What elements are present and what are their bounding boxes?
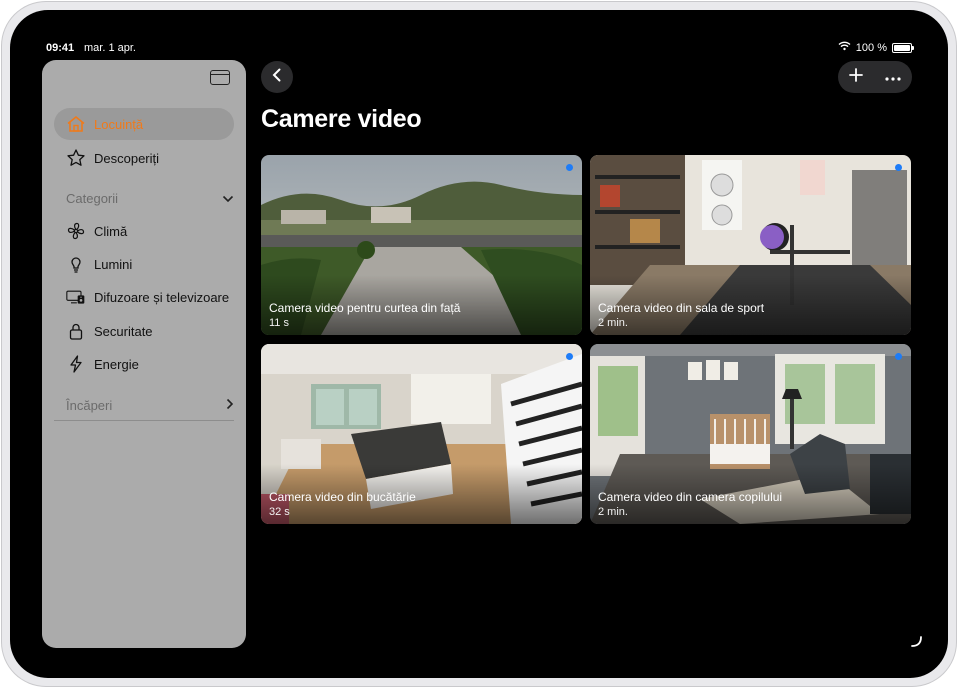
lock-icon <box>66 321 86 341</box>
back-button[interactable] <box>261 61 293 93</box>
categories-header[interactable]: Categorii <box>66 187 234 209</box>
sidebar-item-security[interactable]: Securitate <box>54 315 234 347</box>
battery-fill <box>894 44 910 51</box>
live-indicator <box>895 353 902 360</box>
plus-icon <box>849 67 863 82</box>
wifi-icon <box>838 41 851 54</box>
camera-time: 2 min. <box>598 506 628 518</box>
camera-name: Camera video din sala de sport <box>598 301 765 315</box>
sidebar-item-label: Difuzoare și televizoare <box>94 289 230 305</box>
sidebar-item-label: Energie <box>94 356 139 372</box>
toolbar-pill <box>838 61 912 93</box>
chevron-left-icon <box>272 68 282 87</box>
live-indicator <box>566 164 573 171</box>
chevron-down-icon <box>222 191 234 206</box>
categories-label: Categorii <box>66 190 119 206</box>
sidebar-item-lights[interactable]: Lumini <box>54 248 234 280</box>
battery-percent: 100 % <box>855 41 887 54</box>
battery-icon <box>892 42 914 53</box>
camera-tile-kitchen[interactable]: Camera video din bucătărie 32 s <box>261 344 582 524</box>
resize-corner-icon <box>910 634 922 652</box>
tv-speaker-icon <box>66 287 86 307</box>
chevron-right-icon <box>226 398 234 413</box>
camera-name: Camera video pentru curtea din față <box>269 301 461 315</box>
screen: 09:41 mar. 1 apr. 100 % Locuință Descope… <box>10 10 948 678</box>
fan-icon <box>66 221 86 241</box>
sidebar-item-climate[interactable]: Climă <box>54 215 234 247</box>
sidebar-item-discover[interactable]: Descoperiți <box>54 142 234 174</box>
ipad-frame: 09:41 mar. 1 apr. 100 % Locuință Descope… <box>2 2 956 686</box>
more-button[interactable] <box>885 68 901 86</box>
camera-time: 11 s <box>269 317 289 329</box>
camera-tile-nursery[interactable]: Camera video din camera copilului 2 min. <box>590 344 911 524</box>
camera-time: 32 s <box>269 506 290 518</box>
camera-tile-gym[interactable]: Camera video din sala de sport 2 min. <box>590 155 911 335</box>
sidebar-item-label: Climă <box>94 223 128 239</box>
status-bar: 09:41 mar. 1 apr. 100 % <box>10 10 948 54</box>
camera-name: Camera video din bucătărie <box>269 490 416 504</box>
camera-name: Camera video din camera copilului <box>598 490 783 504</box>
status-date: mar. 1 apr. <box>84 42 136 54</box>
sidebar-toggle-icon[interactable] <box>210 70 230 85</box>
sidebar-divider <box>54 420 234 421</box>
page-title: Camere video <box>261 105 422 133</box>
camera-tile-front-yard[interactable]: Camera video pentru curtea din față 11 s <box>261 155 582 335</box>
camera-time: 2 min. <box>598 317 628 329</box>
house-icon <box>66 114 86 134</box>
status-time: 09:41 <box>46 42 75 54</box>
sidebar-item-home[interactable]: Locuință <box>54 108 234 140</box>
star-icon <box>66 148 86 168</box>
sidebar-item-speakers-tv[interactable]: Difuzoare și televizoare <box>54 281 234 313</box>
lightbulb-icon <box>66 254 86 274</box>
live-indicator <box>895 164 902 171</box>
bolt-icon <box>66 354 86 374</box>
sidebar-item-label: Locuință <box>94 116 144 132</box>
status-right: 100 % <box>838 41 914 54</box>
add-button[interactable] <box>849 67 863 87</box>
rooms-label: Încăperi <box>66 397 113 413</box>
rooms-header[interactable]: Încăperi <box>66 394 234 416</box>
live-indicator <box>566 353 573 360</box>
sidebar: Locuință Descoperiți Categorii Climă Lum… <box>42 60 246 648</box>
sidebar-item-label: Descoperiți <box>94 150 160 166</box>
ellipsis-icon <box>885 77 901 81</box>
sidebar-item-energy[interactable]: Energie <box>54 348 234 380</box>
sidebar-item-label: Securitate <box>94 323 153 339</box>
sidebar-item-label: Lumini <box>94 256 133 272</box>
